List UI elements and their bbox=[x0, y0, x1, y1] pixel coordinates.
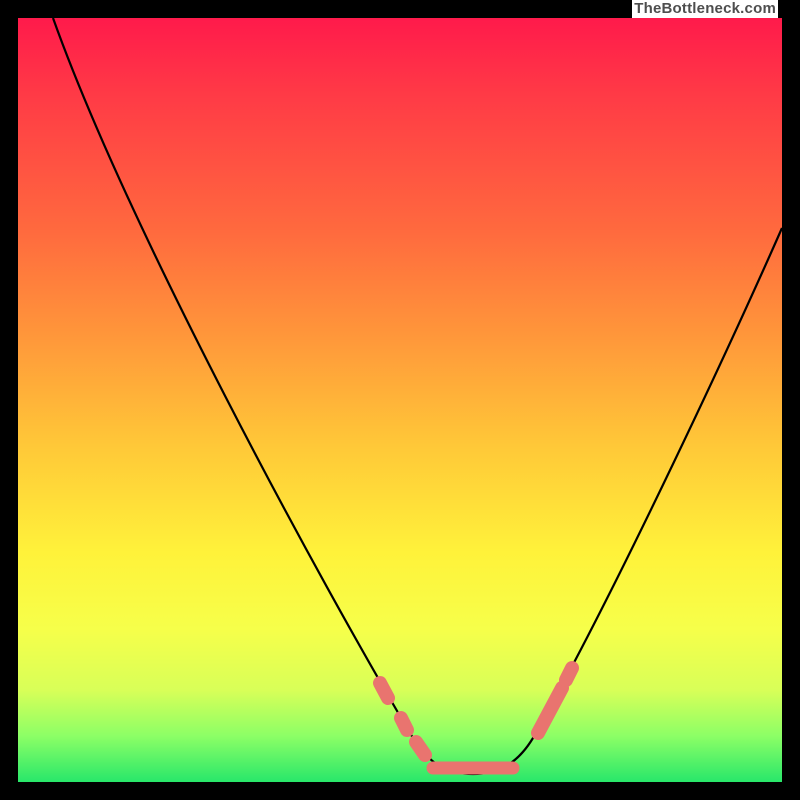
marker-right-1 bbox=[538, 688, 562, 733]
marker-left-1 bbox=[380, 683, 388, 698]
watermark-text: TheBottleneck.com bbox=[632, 0, 778, 18]
marker-left-2 bbox=[401, 718, 407, 730]
marker-left-3 bbox=[416, 742, 425, 755]
marker-right-2 bbox=[566, 668, 572, 680]
chart-plot-area bbox=[18, 18, 782, 782]
chart-svg bbox=[18, 18, 782, 782]
chart-frame: TheBottleneck.com bbox=[0, 0, 800, 800]
curve-main bbox=[53, 18, 782, 774]
